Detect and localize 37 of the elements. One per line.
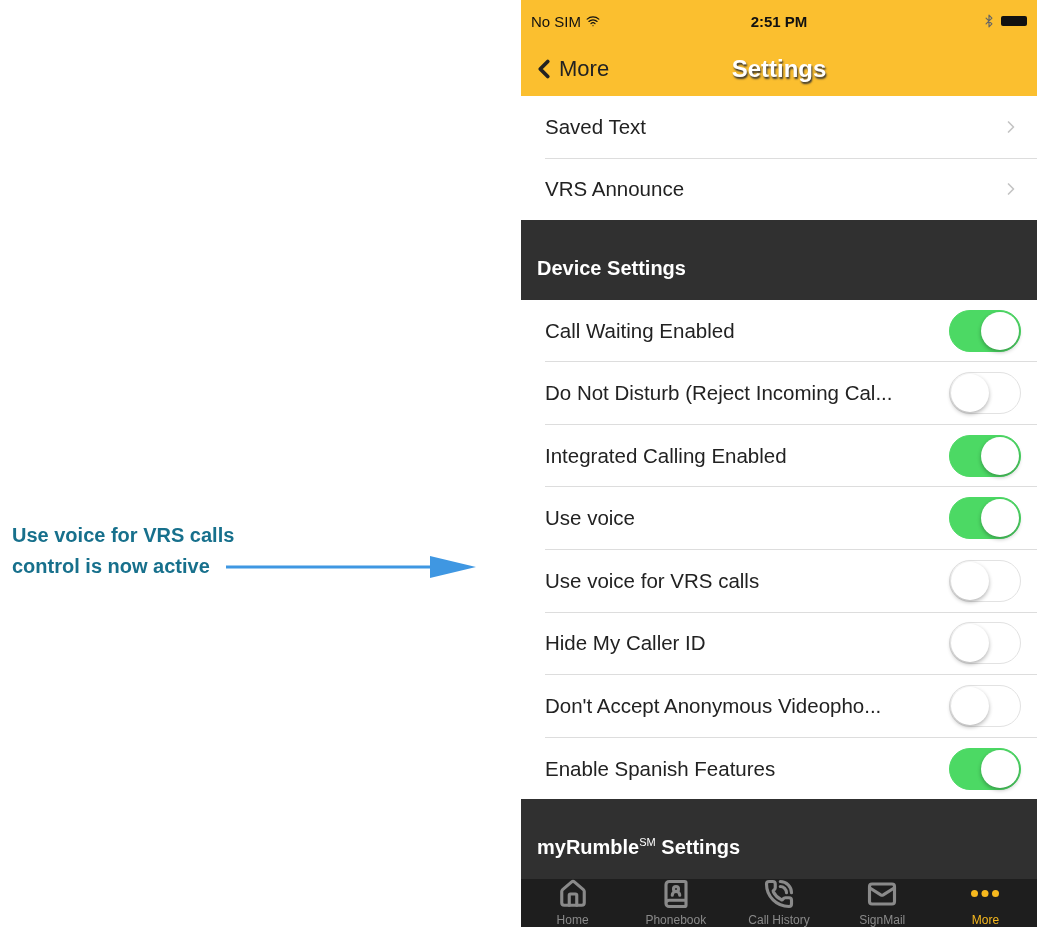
back-button[interactable]: More	[521, 54, 610, 84]
settings-row-label[interactable]: VRS Announce	[545, 177, 1001, 202]
ellipsis-icon	[971, 890, 1000, 898]
home-icon	[557, 878, 588, 909]
toggle-switch[interactable]	[949, 309, 1021, 352]
battery-icon	[1001, 16, 1027, 26]
toggle-switch[interactable]	[949, 497, 1021, 540]
setting-label: Don't Accept Anonymous Videopho...	[545, 694, 883, 718]
section-title: Device Settings	[537, 256, 686, 280]
tab-item[interactable]: SignMail	[830, 878, 934, 927]
phone-icon	[764, 878, 794, 909]
wifi-icon	[586, 14, 600, 28]
toggle-switch[interactable]	[949, 747, 1021, 790]
carrier-text: No SIM	[531, 12, 581, 30]
annotation-text: Use voice for VRS calls	[12, 523, 235, 548]
tab-item[interactable]: Home	[521, 878, 625, 927]
setting-label: Use voice for VRS calls	[545, 568, 761, 593]
toggle-switch[interactable]	[949, 559, 1021, 602]
arrow-icon	[225, 555, 476, 578]
setting-label: Do Not Disturb (Reject Incoming Cal...	[545, 381, 894, 406]
toggle-switch[interactable]	[949, 434, 1021, 477]
tab-item[interactable]: More	[933, 878, 1037, 927]
toggle-switch[interactable]	[949, 372, 1021, 415]
tab-item[interactable]: Call History	[727, 878, 831, 927]
status-time: 2:51 PM	[750, 12, 808, 30]
toggle-switch[interactable]	[949, 622, 1021, 665]
setting-label: Use voice	[545, 506, 636, 531]
tab-item[interactable]: Phonebook	[624, 878, 728, 927]
toggle-switch[interactable]	[949, 685, 1021, 727]
setting-label: Hide My Caller ID	[545, 631, 707, 656]
setting-label: Call Waiting Enabled	[545, 318, 736, 343]
annotation-text: control is now active	[12, 554, 210, 579]
screen-title: Settings	[731, 55, 827, 83]
settings-row-label[interactable]: Saved Text	[545, 114, 1001, 139]
section-title: myRumble$^{SM}$ Settings	[537, 835, 741, 859]
setting-label: Integrated Calling Enabled	[545, 443, 788, 468]
setting-label: Enable Spanish Features	[545, 756, 777, 781]
